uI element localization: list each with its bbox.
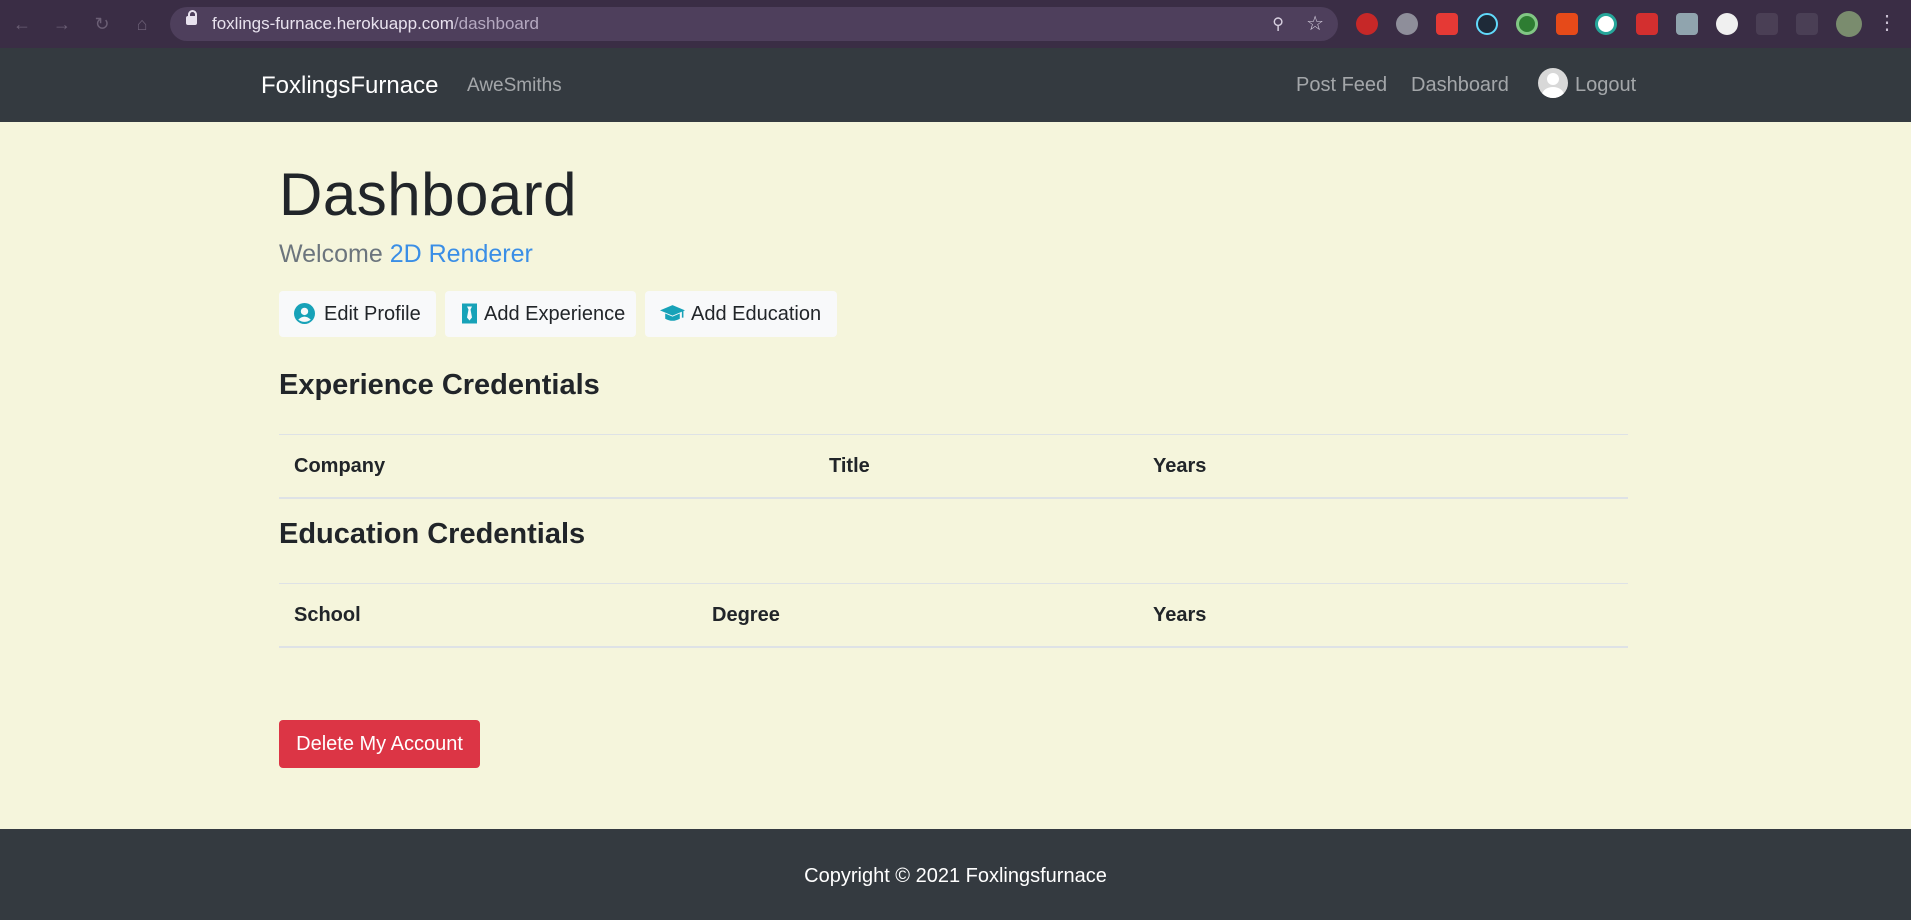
table-header: Title <box>829 455 870 477</box>
extensions-puzzle-icon[interactable] <box>1756 13 1778 35</box>
url-text: foxlings-furnace.herokuapp.com/dashboard <box>212 14 539 34</box>
copyright-text: Copyright © 2021 Foxlingsfurnace <box>804 865 1107 887</box>
nav-post-feed[interactable]: Post Feed <box>1296 74 1387 97</box>
education-heading: Education Credentials <box>279 518 586 550</box>
url-host: foxlings-furnace.herokuapp.com <box>212 14 454 33</box>
extension-lock-icon[interactable] <box>1356 13 1378 35</box>
table-header: Degree <box>712 604 780 626</box>
reload-icon[interactable]: ↻ <box>92 14 112 34</box>
browser-menu-icon[interactable]: ⋮ <box>1877 11 1897 35</box>
table-header: Company <box>294 455 386 477</box>
education-table: School Degree Years <box>279 583 1628 648</box>
react-devtools-icon[interactable] <box>1476 13 1498 35</box>
extension-bookmark-icon[interactable] <box>1636 13 1658 35</box>
experience-heading: Experience Credentials <box>279 369 600 401</box>
extension-p-icon[interactable] <box>1556 13 1578 35</box>
back-icon[interactable]: ← <box>12 14 32 34</box>
browser-toolbar: ← → ↻ ⌂ foxlings-furnace.herokuapp.com/d… <box>0 0 1911 49</box>
table-header: School <box>294 604 361 626</box>
welcome-prefix: Welcome <box>279 240 390 268</box>
site-navbar: FoxlingsFurnace AweSmiths Post Feed Dash… <box>0 48 1911 122</box>
profile-avatar-icon[interactable] <box>1836 11 1862 37</box>
user-name: 2D Renderer <box>389 240 533 268</box>
edit-profile-button[interactable]: Edit Profile <box>279 291 436 337</box>
add-education-label: Add Education <box>691 303 822 325</box>
reading-list-icon[interactable] <box>1796 13 1818 35</box>
table-header: Years <box>1153 455 1207 477</box>
home-icon[interactable]: ⌂ <box>132 14 152 34</box>
extension-help-icon[interactable] <box>1396 13 1418 35</box>
address-bar[interactable]: foxlings-furnace.herokuapp.com/dashboard… <box>170 7 1338 41</box>
user-avatar-icon <box>1538 68 1568 98</box>
url-path: /dashboard <box>453 14 539 33</box>
lock-icon <box>186 10 197 25</box>
user-circle-icon <box>294 303 315 324</box>
welcome-text: Welcome 2D Renderer <box>279 240 533 269</box>
add-experience-label: Add Experience <box>484 303 626 325</box>
page-title: Dashboard <box>279 161 578 228</box>
nav-awesmiths[interactable]: AweSmiths <box>467 75 562 97</box>
extension-image-icon[interactable] <box>1595 13 1617 35</box>
site-footer: Copyright © 2021 Foxlingsfurnace <box>0 829 1911 920</box>
extension-target-icon[interactable] <box>1516 13 1538 35</box>
edit-profile-label: Edit Profile <box>324 303 421 325</box>
table-header: Years <box>1153 604 1207 626</box>
delete-account-button[interactable]: Delete My Account <box>279 720 480 768</box>
add-education-button[interactable]: Add Education <box>645 291 837 337</box>
graduation-cap-icon <box>660 305 685 321</box>
extension-printer-icon[interactable] <box>1676 13 1698 35</box>
add-experience-button[interactable]: Add Experience <box>445 291 636 337</box>
extension-video-icon[interactable] <box>1436 13 1458 35</box>
key-icon[interactable]: ⚲ <box>1272 14 1284 34</box>
brand-link[interactable]: FoxlingsFurnace <box>261 72 438 100</box>
nav-dashboard[interactable]: Dashboard <box>1411 74 1509 97</box>
github-icon[interactable] <box>1716 13 1738 35</box>
experience-table: Company Title Years <box>279 434 1628 499</box>
bookmark-star-icon[interactable]: ☆ <box>1306 11 1324 36</box>
nav-logout[interactable]: Logout <box>1575 74 1636 97</box>
forward-icon[interactable]: → <box>52 14 72 34</box>
black-tie-icon <box>462 303 477 324</box>
